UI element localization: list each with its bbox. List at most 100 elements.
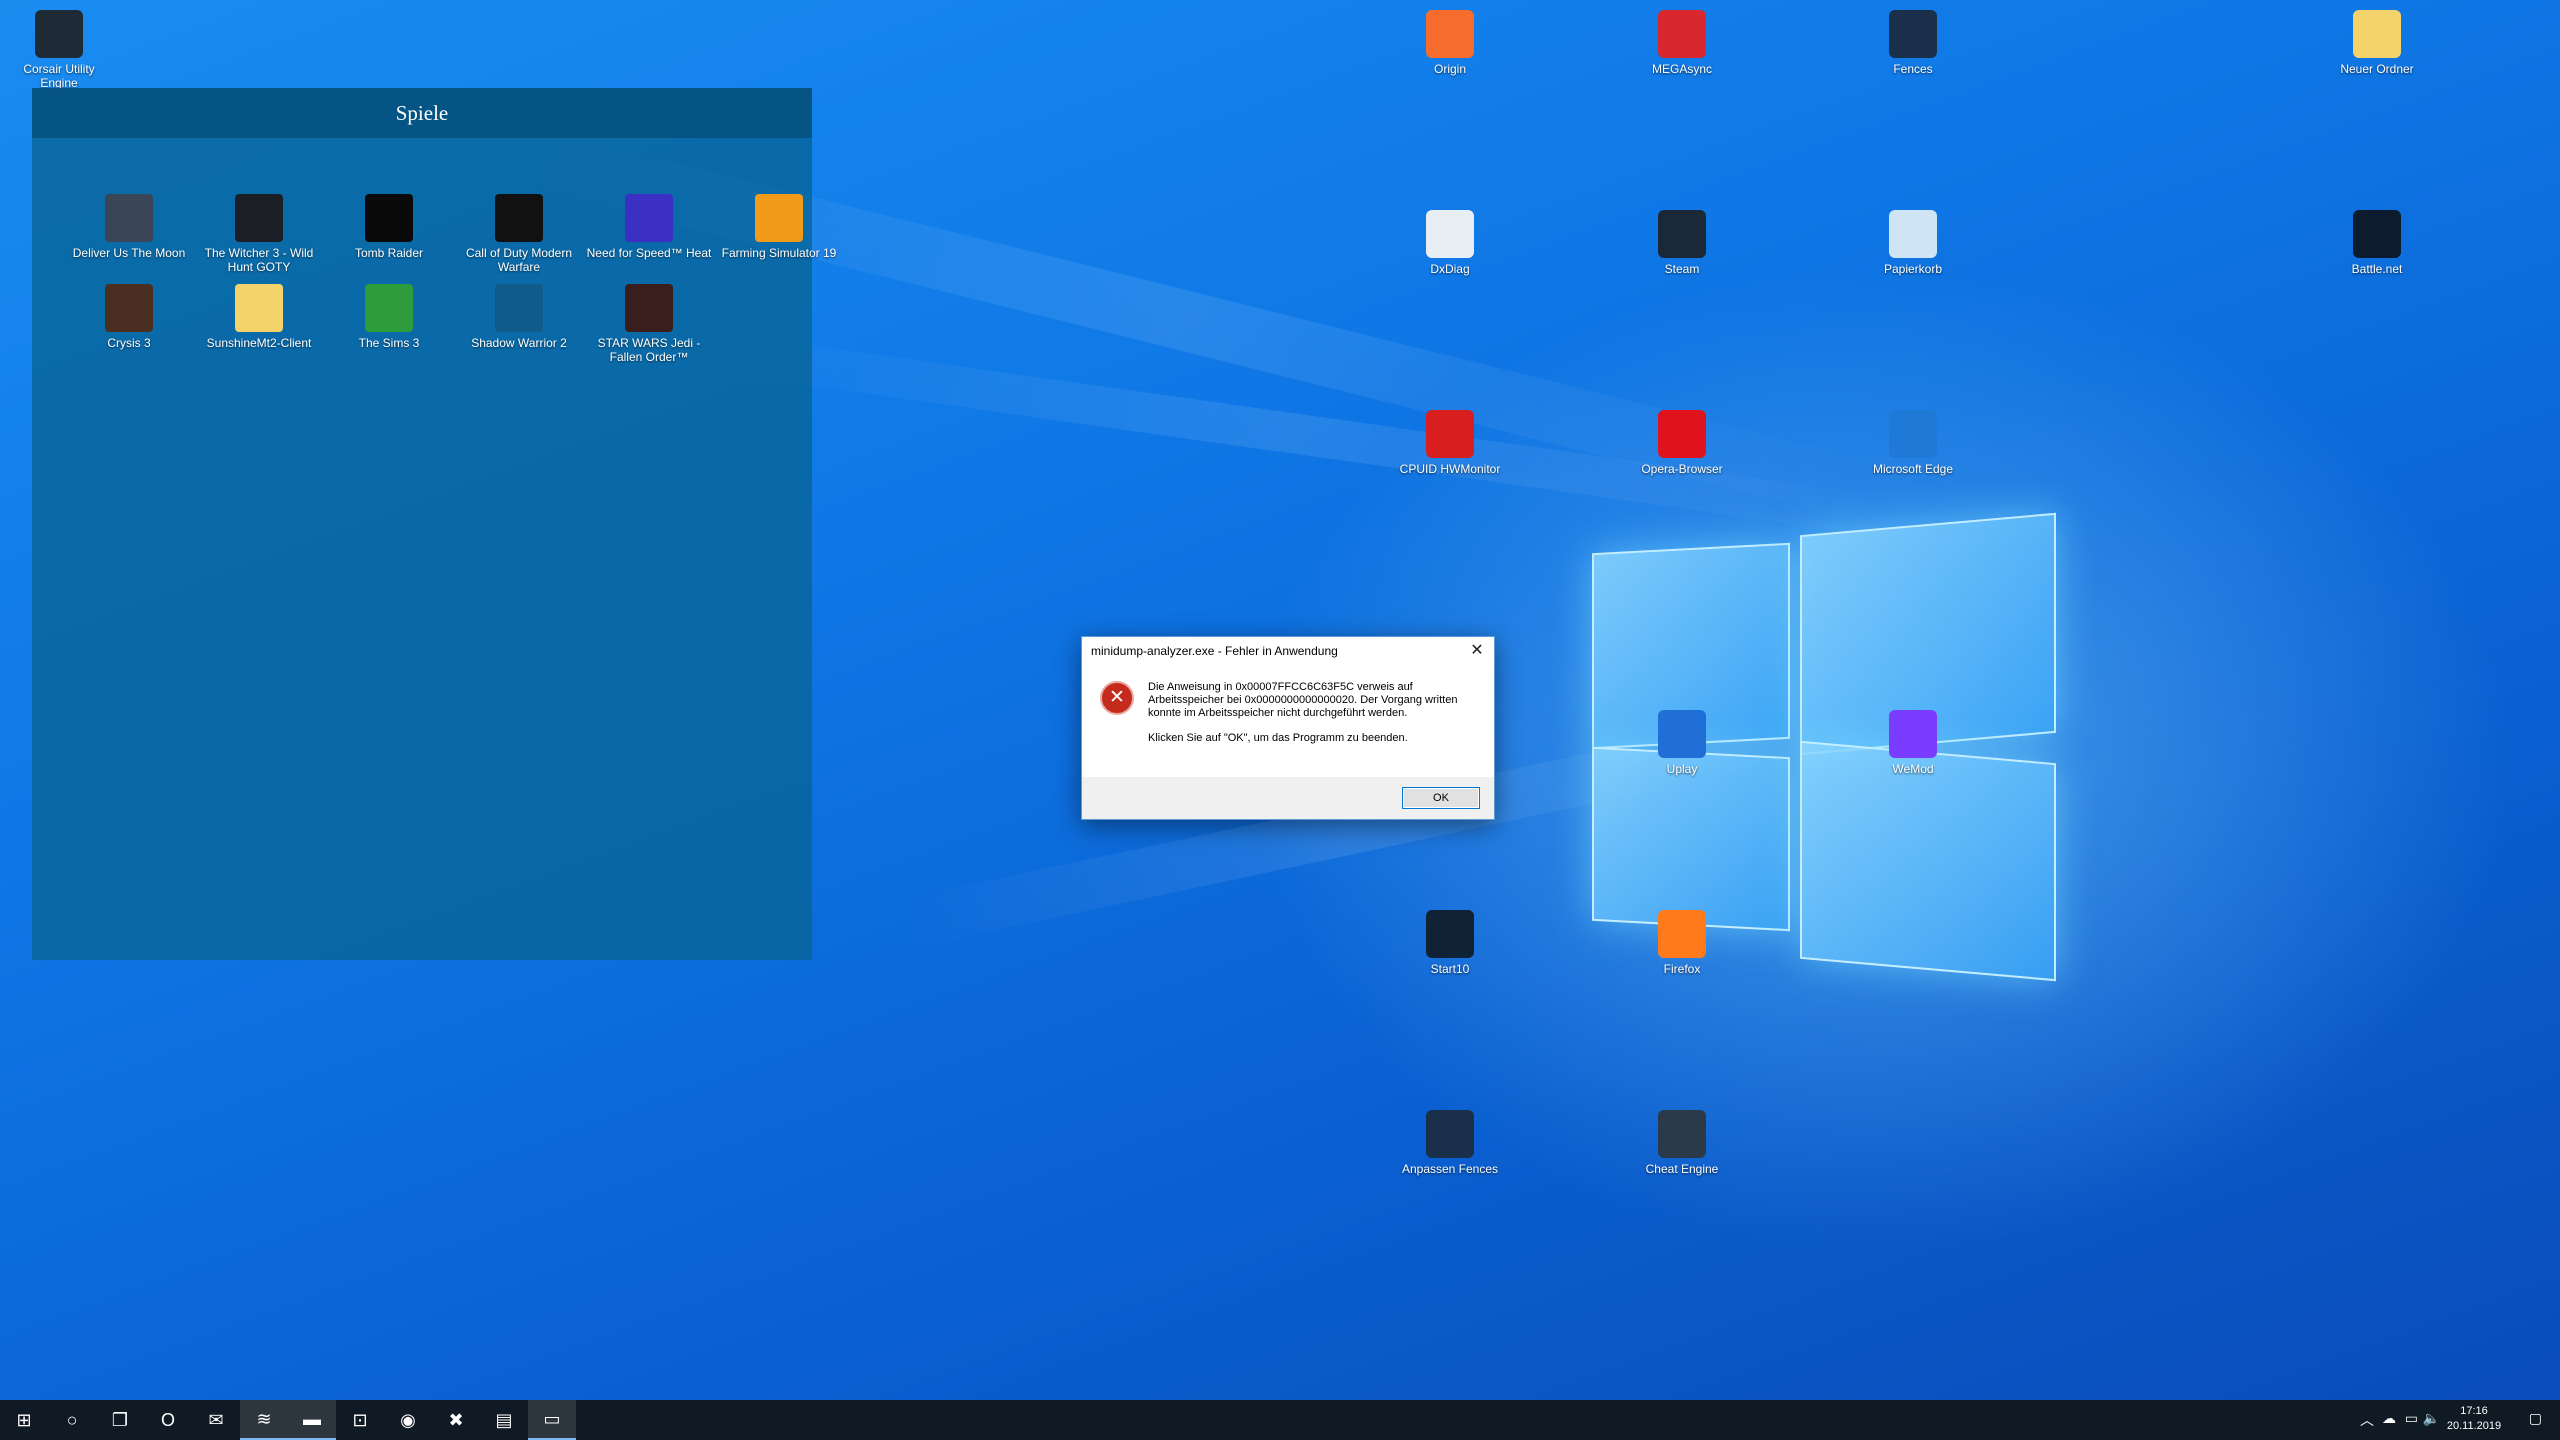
desktop-icon-label: Origin xyxy=(1433,62,1466,76)
notification-icon[interactable]: ▢ xyxy=(2529,1410,2542,1427)
network-icon[interactable]: ▭ xyxy=(2405,1410,2418,1427)
fence-item-label: Deliver Us The Moon xyxy=(72,246,186,260)
dialog-titlebar[interactable]: minidump-analyzer.exe - Fehler in Anwend… xyxy=(1082,637,1494,665)
mail-taskbar[interactable]: ✉ xyxy=(192,1400,240,1440)
dialog-title: minidump-analyzer.exe - Fehler in Anwend… xyxy=(1091,644,1338,658)
fence-item[interactable]: The Witcher 3 - Wild Hunt GOTY xyxy=(194,194,324,274)
desktop-icon-edge[interactable]: Microsoft Edge xyxy=(1858,410,1968,476)
onedrive-icon[interactable]: ☁ xyxy=(2382,1410,2396,1427)
spotify-icon: ≋ xyxy=(256,1408,272,1429)
wemod-icon xyxy=(1889,710,1937,758)
opera-icon: O xyxy=(160,1409,175,1430)
desktop-icon-cpuid[interactable]: CPUID HWMonitor xyxy=(1395,410,1505,476)
start10-icon xyxy=(1426,910,1474,958)
spotify-taskbar[interactable]: ≋ xyxy=(240,1400,288,1440)
desktop-icon-anpassen-fences[interactable]: Anpassen Fences xyxy=(1395,1110,1505,1176)
volume-icon[interactable]: 🔈 xyxy=(2423,1410,2440,1427)
desktop-icon-cheat-engine[interactable]: Cheat Engine xyxy=(1627,1110,1737,1176)
search-icon: ○ xyxy=(66,1409,78,1430)
desktop-icon-corsair[interactable]: Corsair Utility Engine xyxy=(4,10,114,90)
desktop-icon-wemod[interactable]: WeMod xyxy=(1858,710,1968,776)
desktop-icon-label: Microsoft Edge xyxy=(1872,462,1954,476)
error-icon: ✕ xyxy=(1100,681,1134,715)
clock[interactable]: 17:16 20.11.2019 xyxy=(2444,1404,2504,1434)
fence-item[interactable]: Shadow Warrior 2 xyxy=(454,284,584,350)
corsair-icon xyxy=(35,10,83,58)
app-window-taskbar[interactable]: ▭ xyxy=(528,1400,576,1440)
firefox-icon: ◉ xyxy=(400,1409,416,1430)
tomb-raider-icon xyxy=(365,194,413,242)
fence-item-label: SunshineMt2-Client xyxy=(206,336,312,350)
nfs-icon xyxy=(625,194,673,242)
opera-taskbar[interactable]: O xyxy=(144,1400,192,1440)
explorer-icon: ▬ xyxy=(303,1408,321,1429)
dialog-message: Die Anweisung in 0x00007FFCC6C63F5C verw… xyxy=(1148,681,1478,775)
task-view-icon: ❐ xyxy=(111,1409,129,1430)
desktop-icon-start10[interactable]: Start10 xyxy=(1395,910,1505,976)
xbox-taskbar[interactable]: ✖ xyxy=(432,1400,480,1440)
fence-item[interactable]: The Sims 3 xyxy=(324,284,454,350)
fence-item-label: Crysis 3 xyxy=(107,336,151,350)
desktop-icon-label: CPUID HWMonitor xyxy=(1399,462,1501,476)
desktop-icon-label: DxDiag xyxy=(1430,262,1470,276)
fence-item[interactable]: Deliver Us The Moon xyxy=(64,194,194,260)
dialog-message-line: Die Anweisung in 0x00007FFCC6C63F5C verw… xyxy=(1148,681,1458,719)
desktop-icon-fences[interactable]: Fences xyxy=(1858,10,1968,76)
store-taskbar[interactable]: ⊡ xyxy=(336,1400,384,1440)
opera-icon xyxy=(1658,410,1706,458)
clock-time: 17:16 xyxy=(2460,1405,2488,1417)
desktop-icon-label: Uplay xyxy=(1666,762,1698,776)
chevron-up-icon[interactable]: ︿ xyxy=(2360,1410,2374,1430)
fence-item[interactable]: Tomb Raider xyxy=(324,194,454,260)
ok-button[interactable]: OK xyxy=(1402,787,1480,809)
desktop-icon-papierkorb[interactable]: Papierkorb xyxy=(1858,210,1968,276)
notepad-taskbar[interactable]: ▤ xyxy=(480,1400,528,1440)
desktop-icon-dxdiag[interactable]: DxDiag xyxy=(1395,210,1505,276)
app-window-icon: ▭ xyxy=(543,1408,561,1429)
desktop-icon-opera[interactable]: Opera-Browser xyxy=(1627,410,1737,476)
clock-date: 20.11.2019 xyxy=(2446,1420,2502,1432)
close-icon[interactable]: ✕ xyxy=(1460,637,1494,665)
sims-icon xyxy=(365,284,413,332)
fences-icon xyxy=(1889,10,1937,58)
fence-item[interactable]: Call of Duty Modern Warfare xyxy=(454,194,584,274)
desktop-icon-label: Opera-Browser xyxy=(1641,462,1723,476)
games-fence[interactable]: Spiele Deliver Us The Moon The Witcher 3 … xyxy=(32,88,836,960)
desktop-icon-origin[interactable]: Origin xyxy=(1395,10,1505,76)
folder-icon xyxy=(2353,10,2401,58)
fence-item-label: STAR WARS Jedi - Fallen Order™ xyxy=(597,336,701,364)
desktop-icon-megasync[interactable]: MEGAsync xyxy=(1627,10,1737,76)
explorer-taskbar[interactable]: ▬ xyxy=(288,1400,336,1440)
firefox-taskbar[interactable]: ◉ xyxy=(384,1400,432,1440)
desktop-icon-steam[interactable]: Steam xyxy=(1627,210,1737,276)
desktop-icon-label: MEGAsync xyxy=(1651,62,1712,76)
desktop-icon-label: Firefox xyxy=(1663,962,1701,976)
jedi-icon xyxy=(625,284,673,332)
desktop-icon-battlenet[interactable]: Battle.net xyxy=(2322,210,2432,276)
desktop-icon-uplay[interactable]: Uplay xyxy=(1627,710,1737,776)
start-button[interactable]: ⊞ xyxy=(0,1400,48,1440)
battlenet-icon xyxy=(2353,210,2401,258)
steam-icon xyxy=(1658,210,1706,258)
fence-item-label: Call of Duty Modern Warfare xyxy=(465,246,573,274)
fence-item[interactable]: SunshineMt2-Client xyxy=(194,284,324,350)
farming-simulator-icon xyxy=(755,194,803,242)
fence-item[interactable]: STAR WARS Jedi - Fallen Order™ xyxy=(584,284,714,364)
desktop-icon-firefox[interactable]: Firefox xyxy=(1627,910,1737,976)
desktop-icon-neuer-ordner[interactable]: Neuer Ordner xyxy=(2322,10,2432,76)
error-dialog: minidump-analyzer.exe - Fehler in Anwend… xyxy=(1081,636,1495,820)
desktop-icon-label: Neuer Ordner xyxy=(2340,62,2414,76)
store-icon: ⊡ xyxy=(352,1409,368,1430)
fence-item[interactable]: Farming Simulator 19 xyxy=(714,194,844,260)
taskbar: ⊞ ○ ❐ O ✉ ≋ ▬ ⊡ ◉ ✖ ▤ ▭ ︿ ☁ ▭ 🔈 17:16 20.11.2019 ▢ xyxy=(0,1400,2560,1440)
task-view-button[interactable]: ❐ xyxy=(96,1400,144,1440)
search-button[interactable]: ○ xyxy=(48,1400,96,1440)
fence-item[interactable]: Crysis 3 xyxy=(64,284,194,350)
edge-icon xyxy=(1889,410,1937,458)
firefox-icon xyxy=(1658,910,1706,958)
fence-item[interactable]: Need for Speed™ Heat xyxy=(584,194,714,260)
dialog-message-line: Klicken Sie auf "OK", um das Programm zu… xyxy=(1148,732,1408,744)
fence-title[interactable]: Spiele xyxy=(32,88,812,138)
desktop-icon-label: WeMod xyxy=(1892,762,1934,776)
deliver-us-the-moon-icon xyxy=(105,194,153,242)
